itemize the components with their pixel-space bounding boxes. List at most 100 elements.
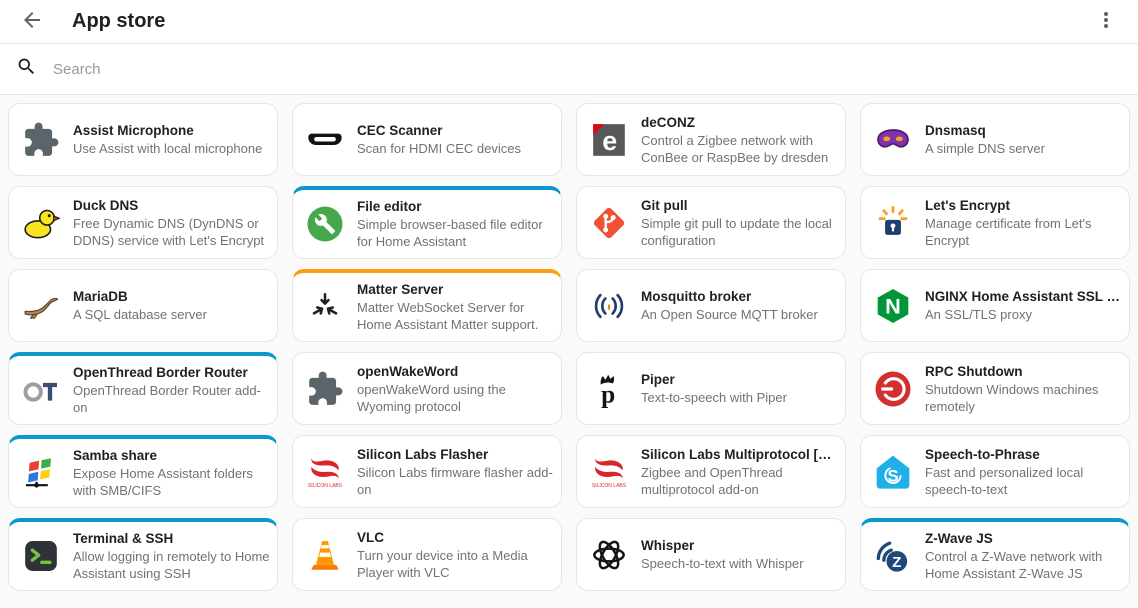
addon-title: Dnsmasq — [925, 122, 1123, 140]
addon-card-deconz[interactable]: e deCONZ Control a Zigbee network with C… — [576, 103, 846, 176]
addon-card-dnsmasq[interactable]: Dnsmasq A simple DNS server — [860, 103, 1130, 176]
svg-text:p: p — [601, 380, 615, 408]
addon-description: Fast and personalized local speech-to-te… — [925, 464, 1123, 498]
svg-text:Z: Z — [892, 554, 901, 571]
addon-card-lets-encrypt[interactable]: Let's Encrypt Manage certificate from Le… — [860, 186, 1130, 259]
silicon-labs-icon: SILICON LABS — [305, 452, 345, 492]
addon-title: Let's Encrypt — [925, 197, 1123, 215]
addon-description: A SQL database server — [73, 306, 271, 323]
addon-description: Expose Home Assistant folders with SMB/C… — [73, 465, 271, 499]
addon-card-assist-microphone[interactable]: Assist Microphone Use Assist with local … — [8, 103, 278, 176]
addon-card-cec-scanner[interactable]: CEC Scanner Scan for HDMI CEC devices — [292, 103, 562, 176]
addon-card-samba-share[interactable]: Samba share Expose Home Assistant folder… — [8, 435, 278, 508]
addon-title: OpenThread Border Router — [73, 364, 271, 382]
addon-description: Matter WebSocket Server for Home Assista… — [357, 299, 555, 333]
search-icon — [16, 56, 37, 82]
addon-card-silicon-labs-flasher[interactable]: SILICON LABS Silicon Labs Flasher Silico… — [292, 435, 562, 508]
addon-card-duck-dns[interactable]: Duck DNS Free Dynamic DNS (DynDNS or DDN… — [8, 186, 278, 259]
git-icon — [589, 203, 629, 243]
addon-title: Speech-to-Phrase — [925, 446, 1123, 464]
nginx-icon: N — [873, 286, 913, 326]
addon-description: Control a Z-Wave network with Home Assis… — [925, 548, 1123, 582]
addon-card-terminal-ssh[interactable]: Terminal & SSH Allow logging in remotely… — [8, 518, 278, 591]
addon-title: RPC Shutdown — [925, 363, 1123, 381]
svg-text:SILICON LABS: SILICON LABS — [592, 483, 627, 489]
hdmi-icon — [305, 120, 345, 160]
addon-description: Allow logging in remotely to Home Assist… — [73, 548, 271, 582]
addon-description: A simple DNS server — [925, 140, 1123, 157]
addon-grid: Assist Microphone Use Assist with local … — [0, 95, 1138, 599]
addon-card-piper[interactable]: p Piper Text-to-speech with Piper — [576, 352, 846, 425]
speech-house-icon: S — [873, 452, 913, 492]
arrow-left-icon — [20, 8, 44, 35]
addon-card-openthread-border-router[interactable]: OpenThread Border Router OpenThread Bord… — [8, 352, 278, 425]
deconz-icon: e — [589, 120, 629, 160]
samba-icon — [21, 453, 61, 493]
addon-title: Assist Microphone — [73, 122, 271, 140]
addon-card-z-wave-js[interactable]: Z Z-Wave JS Control a Z-Wave network wit… — [860, 518, 1130, 591]
addon-description: Speech-to-text with Whisper — [641, 555, 839, 572]
addon-card-matter-server[interactable]: Matter Server Matter WebSocket Server fo… — [292, 269, 562, 342]
addon-description: Scan for HDMI CEC devices — [357, 140, 555, 157]
search-bar — [0, 44, 1138, 95]
app-bar: App store — [0, 0, 1138, 44]
addon-description: An Open Source MQTT broker — [641, 306, 839, 323]
addon-card-mariadb[interactable]: MariaDB A SQL database server — [8, 269, 278, 342]
mask-icon — [873, 120, 913, 160]
addon-card-git-pull[interactable]: Git pull Simple git pull to update the l… — [576, 186, 846, 259]
addon-title: NGINX Home Assistant SSL proxy — [925, 288, 1123, 306]
wrench-icon — [305, 204, 345, 244]
addon-description: Manage certificate from Let's Encrypt — [925, 215, 1123, 249]
piper-icon: p — [589, 369, 629, 409]
overflow-menu-button[interactable] — [1088, 4, 1124, 40]
addon-title: Piper — [641, 371, 839, 389]
back-button[interactable] — [14, 4, 50, 40]
addon-description: Zigbee and OpenThread multiprotocol add-… — [641, 464, 839, 498]
duck-icon — [21, 203, 61, 243]
zwave-icon: Z — [873, 536, 913, 576]
addon-title: CEC Scanner — [357, 122, 555, 140]
addon-description: Shutdown Windows machines remotely — [925, 381, 1123, 415]
seal-icon — [21, 286, 61, 326]
addon-title: File editor — [357, 198, 555, 216]
addon-card-mosquitto-broker[interactable]: Mosquitto broker An Open Source MQTT bro… — [576, 269, 846, 342]
svg-text:S: S — [887, 466, 898, 485]
addon-title: MariaDB — [73, 288, 271, 306]
addon-description: Control a Zigbee network with ConBee or … — [641, 132, 839, 166]
addon-title: Terminal & SSH — [73, 530, 271, 548]
addon-description: Simple browser-based file editor for Hom… — [357, 216, 555, 250]
addon-card-whisper[interactable]: Whisper Speech-to-text with Whisper — [576, 518, 846, 591]
search-input[interactable] — [53, 61, 1122, 78]
addon-card-rpc-shutdown[interactable]: RPC Shutdown Shutdown Windows machines r… — [860, 352, 1130, 425]
addon-description: Simple git pull to update the local conf… — [641, 215, 839, 249]
addon-title: Samba share — [73, 447, 271, 465]
addon-card-file-editor[interactable]: File editor Simple browser-based file ed… — [292, 186, 562, 259]
silicon-labs-icon: SILICON LABS — [589, 452, 629, 492]
svg-text:e: e — [602, 125, 617, 155]
addon-description: Text-to-speech with Piper — [641, 389, 839, 406]
addon-description: Use Assist with local microphone — [73, 140, 271, 157]
addon-title: Silicon Labs Multiprotocol [deprecated] — [641, 446, 839, 464]
addon-description: Silicon Labs firmware flasher add-on — [357, 464, 555, 498]
addon-description: OpenThread Border Router add-on — [73, 382, 271, 416]
addon-title: VLC — [357, 529, 555, 547]
traffic-cone-icon — [305, 535, 345, 575]
svg-text:N: N — [885, 293, 901, 318]
addon-description: Turn your device into a Media Player wit… — [357, 547, 555, 581]
matter-icon — [305, 287, 345, 327]
openthread-icon — [21, 370, 61, 410]
addon-card-openwakeword[interactable]: openWakeWord openWakeWord using the Wyom… — [292, 352, 562, 425]
puzzle-icon — [21, 120, 61, 160]
page-title: App store — [72, 10, 1088, 33]
radio-waves-icon — [589, 286, 629, 326]
svg-text:SILICON LABS: SILICON LABS — [308, 483, 343, 489]
addon-title: Git pull — [641, 197, 839, 215]
addon-title: Mosquitto broker — [641, 288, 839, 306]
addon-card-vlc[interactable]: VLC Turn your device into a Media Player… — [292, 518, 562, 591]
addon-description: An SSL/TLS proxy — [925, 306, 1123, 323]
power-icon — [873, 369, 913, 409]
addon-card-silicon-labs-multiprotocol[interactable]: SILICON LABS Silicon Labs Multiprotocol … — [576, 435, 846, 508]
addon-card-nginx-ssl-proxy[interactable]: N NGINX Home Assistant SSL proxy An SSL/… — [860, 269, 1130, 342]
kebab-menu-icon — [1094, 8, 1118, 35]
addon-card-speech-to-phrase[interactable]: S Speech-to-Phrase Fast and personalized… — [860, 435, 1130, 508]
